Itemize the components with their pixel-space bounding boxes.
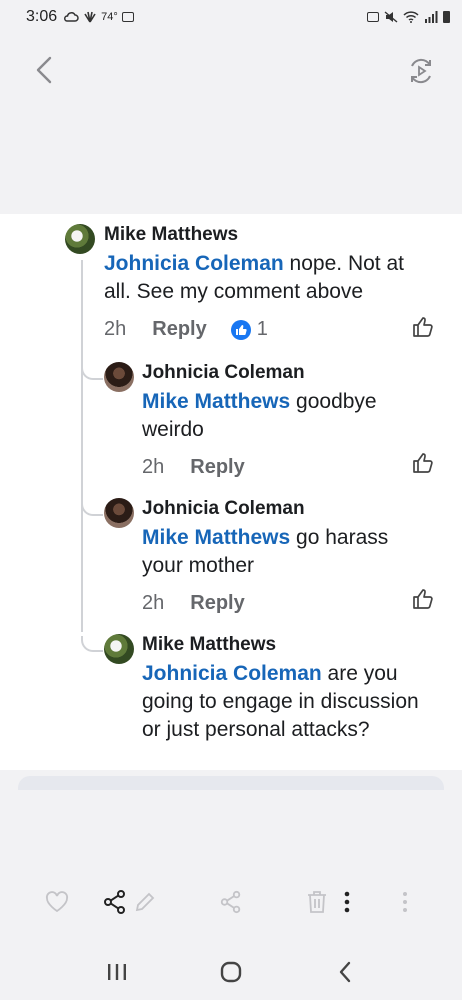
more-vertical-icon — [403, 892, 407, 912]
viewer-actions — [0, 880, 462, 924]
share-button[interactable] — [100, 880, 130, 924]
nav-back-button[interactable] — [325, 952, 365, 992]
delete-button[interactable] — [302, 880, 332, 924]
more-vertical-icon — [344, 891, 350, 913]
comment-author[interactable]: Johnicia Coleman — [142, 498, 422, 520]
home-icon — [220, 961, 242, 983]
thread-line — [81, 260, 83, 632]
home-button[interactable] — [211, 952, 251, 992]
comment-time: 2h — [104, 318, 127, 340]
reaction-badge[interactable]: 1 — [230, 318, 268, 341]
comment: Johnicia Coleman Mike Matthews go harass… — [142, 498, 422, 615]
like-button[interactable] — [412, 316, 436, 340]
comment: Johnicia Coleman Mike Matthews goodbye w… — [142, 362, 422, 479]
share-button-alt[interactable] — [216, 880, 246, 924]
thread-branch — [81, 500, 103, 516]
mute-icon — [384, 11, 398, 23]
heart-icon — [45, 891, 69, 913]
comment-meta: 2h Reply — [142, 592, 422, 615]
system-icons — [367, 11, 450, 23]
battery-icon — [443, 11, 450, 23]
more-options-button[interactable] — [332, 880, 362, 924]
rotate-screen-icon — [411, 58, 431, 84]
chevron-left-icon — [36, 56, 52, 84]
more-options-button-alt[interactable] — [390, 880, 420, 924]
avatar[interactable] — [104, 634, 134, 664]
comment-author[interactable]: Mike Matthews — [142, 634, 432, 656]
comment-meta: 2h Reply — [142, 456, 422, 479]
comment-time: 2h — [142, 592, 165, 614]
edit-button[interactable] — [130, 880, 160, 924]
comment-author[interactable]: Mike Matthews — [104, 224, 424, 246]
like-reaction-icon — [230, 319, 251, 340]
thumbs-up-icon — [413, 589, 433, 609]
mention-link[interactable]: Mike Matthews — [142, 526, 290, 549]
avatar[interactable] — [104, 498, 134, 528]
status-bar: 3:06 74° — [0, 0, 462, 34]
share-icon — [220, 890, 241, 914]
thumbs-up-icon — [413, 317, 433, 337]
comment-meta: 2h Reply 1 — [104, 318, 424, 341]
share-icon — [104, 890, 125, 914]
like-button[interactable] — [412, 588, 436, 612]
notification-icons: 74° — [63, 11, 134, 23]
avatar[interactable] — [65, 224, 95, 254]
comment-text: Mike Matthews goodbye weirdo — [142, 388, 422, 444]
pencil-icon — [135, 892, 155, 912]
comment-author[interactable]: Johnicia Coleman — [142, 362, 422, 384]
mention-link[interactable]: Johnicia Coleman — [142, 662, 322, 685]
image-viewer-header — [0, 34, 462, 214]
nbc-icon — [84, 11, 96, 23]
comment-input-area[interactable] — [18, 776, 444, 790]
weather-temp: 74° — [101, 11, 118, 23]
comment: Mike Matthews Johnicia Coleman are you g… — [142, 634, 432, 744]
signal-icon — [425, 11, 438, 23]
mention-link[interactable]: Mike Matthews — [142, 390, 290, 413]
gallery-icon — [121, 12, 134, 22]
thread-branch — [81, 364, 103, 380]
status-time: 3:06 — [26, 8, 58, 25]
thread-branch — [81, 636, 103, 652]
lock-icon — [367, 12, 379, 22]
cloud-icon — [64, 12, 79, 22]
favorite-button[interactable] — [42, 880, 72, 924]
reaction-count: 1 — [256, 318, 268, 340]
recent-apps-button[interactable] — [97, 952, 137, 992]
system-nav-bar — [0, 944, 462, 1000]
thumbs-up-icon — [413, 453, 433, 473]
comment-text: Johnicia Coleman nope. Not at all. See m… — [104, 250, 424, 306]
avatar[interactable] — [104, 362, 134, 392]
comment: Mike Matthews Johnicia Coleman nope. Not… — [104, 224, 424, 341]
comments-thread: Mike Matthews Johnicia Coleman nope. Not… — [0, 214, 462, 770]
wifi-icon — [403, 11, 419, 23]
comment-time: 2h — [142, 456, 165, 478]
back-button[interactable] — [30, 56, 58, 84]
back-arrow-icon — [339, 961, 351, 983]
rotate-screen-button[interactable] — [406, 56, 436, 86]
recent-apps-icon — [108, 964, 126, 980]
reply-button[interactable]: Reply — [190, 592, 244, 615]
comment-text: Johnicia Coleman are you going to engage… — [142, 660, 432, 744]
reply-button[interactable]: Reply — [152, 318, 206, 341]
like-button[interactable] — [412, 452, 436, 476]
mention-link[interactable]: Johnicia Coleman — [104, 252, 284, 275]
trash-icon — [308, 891, 326, 913]
comment-text: Mike Matthews go harass your mother — [142, 524, 422, 580]
reply-button[interactable]: Reply — [190, 456, 244, 479]
